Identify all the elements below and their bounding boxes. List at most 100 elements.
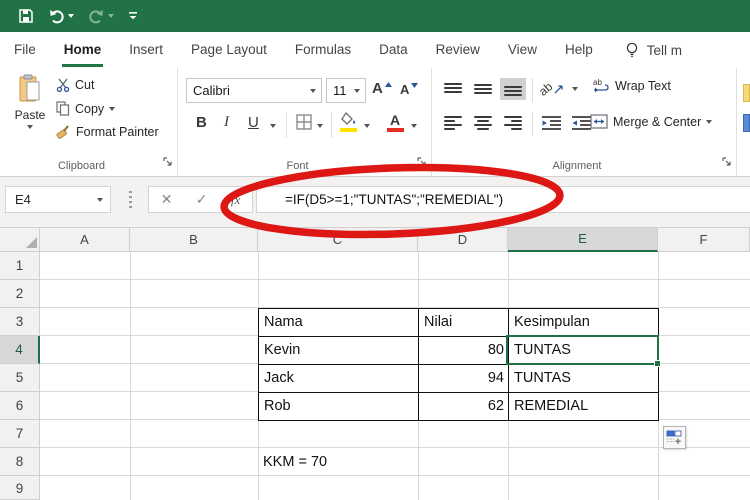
- row-header-6[interactable]: 6: [0, 392, 40, 420]
- tab-formulas[interactable]: Formulas: [281, 32, 365, 68]
- tab-data[interactable]: Data: [365, 32, 422, 68]
- middle-align-icon: [474, 82, 492, 97]
- column-header-B[interactable]: B: [130, 228, 258, 252]
- auto-fill-options-button[interactable]: [663, 426, 686, 449]
- fill-color-button[interactable]: [341, 112, 358, 126]
- wrap-text-button[interactable]: ab Wrap Text: [592, 78, 671, 94]
- merge-center-dropdown-caret[interactable]: [706, 120, 712, 124]
- font-size-combo[interactable]: 11: [326, 78, 366, 103]
- divider: [532, 112, 533, 136]
- font-color-dropdown-caret[interactable]: [411, 124, 417, 128]
- merge-center-button[interactable]: Merge & Center: [590, 114, 712, 129]
- paste-dropdown-caret[interactable]: [27, 125, 33, 129]
- borders-button[interactable]: [296, 114, 312, 130]
- align-left-button[interactable]: [440, 112, 466, 134]
- undo-dropdown-caret[interactable]: [68, 14, 74, 18]
- column-header-F[interactable]: F: [658, 228, 750, 252]
- cut-button[interactable]: Cut: [56, 78, 94, 92]
- grow-font-button[interactable]: A: [372, 80, 392, 97]
- paste-button[interactable]: Paste: [8, 74, 52, 154]
- tab-file[interactable]: File: [0, 32, 50, 68]
- row-header-2[interactable]: 2: [0, 280, 40, 308]
- borders-dropdown-caret[interactable]: [317, 124, 323, 128]
- name-box-caret[interactable]: [97, 198, 103, 202]
- cell-C4[interactable]: Kevin: [259, 337, 419, 365]
- font-color-button[interactable]: A: [390, 112, 400, 128]
- cell-C3[interactable]: Nama: [259, 309, 419, 337]
- cell-D4[interactable]: 80: [419, 337, 509, 365]
- underline-button[interactable]: U: [248, 114, 259, 131]
- tab-insert[interactable]: Insert: [115, 32, 177, 68]
- column-header-A[interactable]: A: [40, 228, 130, 252]
- cell-D3[interactable]: Nilai: [419, 309, 509, 337]
- name-box[interactable]: E4: [5, 186, 111, 213]
- font-dialog-launcher[interactable]: [417, 154, 427, 172]
- formula-input[interactable]: =IF(D5>=1;"TUNTAS";"REMEDIAL"): [256, 186, 750, 213]
- bold-button[interactable]: B: [196, 114, 207, 131]
- middle-align-button[interactable]: [470, 78, 496, 100]
- redo-button[interactable]: [88, 8, 114, 24]
- tab-home[interactable]: Home: [50, 32, 116, 68]
- cell-D6[interactable]: 62: [419, 393, 509, 421]
- copy-button[interactable]: Copy: [56, 101, 115, 116]
- shrink-font-button[interactable]: A: [400, 82, 418, 97]
- align-center-button[interactable]: [470, 112, 496, 134]
- insert-function-button[interactable]: fx: [231, 192, 240, 208]
- fill-color-dropdown-caret[interactable]: [364, 124, 370, 128]
- auto-fill-options-icon: [666, 429, 683, 446]
- lightbulb-icon: [625, 42, 639, 59]
- row-header-7[interactable]: 7: [0, 420, 40, 448]
- row-header-8[interactable]: 8: [0, 448, 40, 476]
- row-header-1[interactable]: 1: [0, 252, 40, 280]
- decrease-indent-button[interactable]: [538, 112, 564, 134]
- cell-D5[interactable]: 94: [419, 365, 509, 393]
- undo-button[interactable]: [48, 8, 74, 24]
- format-painter-button[interactable]: Format Painter: [56, 124, 159, 139]
- bottom-align-button[interactable]: [500, 78, 526, 100]
- paste-label: Paste: [15, 108, 46, 122]
- tab-review[interactable]: Review: [422, 32, 494, 68]
- cancel-button[interactable]: ✕: [161, 191, 173, 208]
- tab-help[interactable]: Help: [551, 32, 607, 68]
- enter-button[interactable]: ✓: [196, 191, 208, 208]
- font-name-combo[interactable]: Calibri: [186, 78, 322, 103]
- column-header-C[interactable]: C: [258, 228, 418, 252]
- cell-C5[interactable]: Jack: [259, 365, 419, 393]
- alignment-group-label: Alignment: [432, 160, 722, 172]
- top-align-button[interactable]: [440, 78, 466, 100]
- italic-button[interactable]: I: [224, 114, 229, 131]
- redo-dropdown-caret[interactable]: [108, 14, 114, 18]
- align-right-button[interactable]: [500, 112, 526, 134]
- fill-handle[interactable]: [654, 360, 661, 367]
- tell-me-box[interactable]: Tell m: [625, 42, 682, 59]
- save-icon: [18, 8, 34, 24]
- row-header-3[interactable]: 3: [0, 308, 40, 336]
- row-header-5[interactable]: 5: [0, 364, 40, 392]
- orientation-button[interactable]: ab: [538, 78, 564, 100]
- tab-view[interactable]: View: [494, 32, 551, 68]
- copy-dropdown-caret[interactable]: [109, 107, 115, 111]
- column-header-D[interactable]: D: [418, 228, 508, 252]
- merge-center-label: Merge & Center: [613, 115, 701, 129]
- font-group-label: Font: [178, 160, 417, 172]
- cell-E6[interactable]: REMEDIAL: [509, 393, 659, 421]
- column-header-E[interactable]: E: [508, 228, 658, 252]
- tab-page-layout[interactable]: Page Layout: [177, 32, 281, 68]
- clipboard-dialog-launcher[interactable]: [163, 154, 173, 172]
- ribbon: Paste Cut Copy Format Painter Clipboard: [0, 68, 750, 177]
- cell-E3[interactable]: Kesimpulan: [509, 309, 659, 337]
- formula-bar-resizer[interactable]: [129, 191, 132, 209]
- cell-C6[interactable]: Rob: [259, 393, 419, 421]
- row-header-9[interactable]: 9: [0, 476, 40, 500]
- select-all-button[interactable]: [0, 228, 40, 252]
- cell-C8[interactable]: KKM = 70: [263, 448, 327, 476]
- cell-E5[interactable]: TUNTAS: [509, 365, 659, 393]
- customize-quick-access-button[interactable]: [128, 10, 138, 22]
- row-header-4[interactable]: 4: [0, 336, 40, 364]
- save-button[interactable]: [18, 8, 34, 24]
- name-box-value: E4: [6, 192, 97, 207]
- alignment-dialog-launcher[interactable]: [722, 154, 732, 172]
- underline-dropdown-caret[interactable]: [270, 124, 276, 128]
- orientation-dropdown-caret[interactable]: [572, 87, 578, 91]
- align-left-icon: [444, 116, 462, 130]
